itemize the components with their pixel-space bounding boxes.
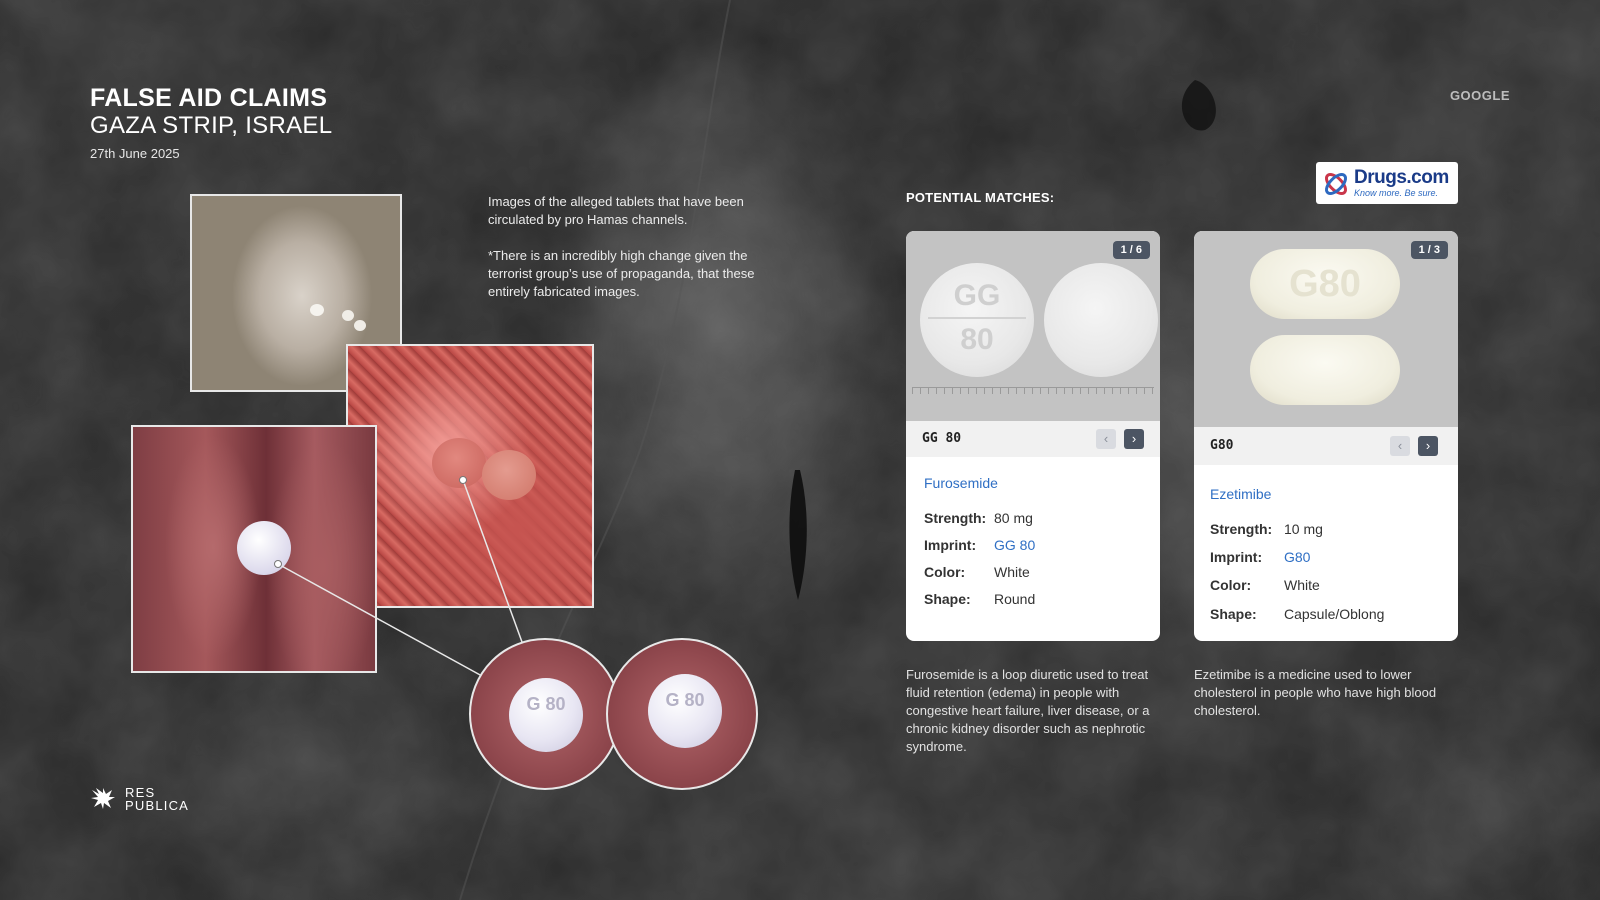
color-value: White — [1284, 577, 1320, 593]
tablet-shape — [237, 521, 291, 575]
brand-line-2: PUBLICA — [125, 798, 190, 813]
prev-image-button[interactable]: ‹ — [1390, 436, 1410, 456]
pill-code: GG 80 — [922, 431, 962, 446]
tablet-zoom-circle-1: G 80 — [469, 638, 621, 790]
card-toolbar: GG 80 ‹ › — [906, 421, 1160, 457]
tablet-shape — [342, 310, 354, 321]
tablet-shape — [432, 438, 486, 488]
drugs-com-name: Drugs.com — [1354, 167, 1449, 188]
drugs-com-logo: Drugs.com Know more. Be sure. — [1316, 162, 1458, 204]
pill-image: GG 80 1 / 6 — [906, 231, 1160, 421]
drug-name-link[interactable]: Furosemide — [924, 475, 998, 491]
prev-image-button[interactable]: ‹ — [1096, 429, 1116, 449]
pill-image: G80 1 / 3 — [1194, 231, 1458, 427]
imprint-link[interactable]: GG 80 — [994, 537, 1035, 553]
image-counter: 1 / 3 — [1410, 241, 1448, 259]
color-label: Color: — [924, 564, 966, 580]
tablet-between-fingers-photo — [131, 425, 377, 673]
imprint-label: Imprint: — [1210, 549, 1263, 565]
ezetimibe-description: Ezetimibe is a medicine used to lower ch… — [1194, 667, 1437, 718]
strength-value: 80 mg — [994, 510, 1033, 526]
pill-code: G80 — [1210, 438, 1234, 453]
match-card-ezetimibe: G80 1 / 3 G80 ‹ › Ezetimibe Strength: 10… — [1194, 231, 1458, 641]
shape-label: Shape: — [924, 591, 971, 607]
tablet-shape — [354, 320, 366, 331]
page-title: FALSE AID CLAIMS — [90, 84, 328, 112]
imprint-link[interactable]: G80 — [1284, 549, 1310, 565]
furosemide-description: Furosemide is a loop diuretic used to tr… — [906, 667, 1150, 754]
pill-g80-back — [1250, 335, 1400, 405]
strength-label: Strength: — [924, 510, 987, 526]
tablet-shape — [310, 304, 324, 316]
shape-value: Round — [994, 591, 1036, 607]
image-counter: 1 / 6 — [1112, 241, 1150, 259]
date-label: 27th June 2025 — [90, 146, 180, 161]
page-subtitle: GAZA STRIP, ISRAEL — [90, 112, 333, 139]
next-image-button[interactable]: › — [1124, 429, 1144, 449]
pill-g80-front: G80 — [1250, 249, 1400, 319]
zoomed-tablet-imprint: G 80 — [509, 678, 583, 752]
potential-matches-heading: POTENTIAL MATCHES: — [906, 190, 1055, 205]
source-label: GOOGLE — [1449, 88, 1510, 103]
pill-imprint-top: GG — [953, 279, 1001, 312]
shape-value: Capsule/Oblong — [1284, 606, 1385, 622]
imprint-label: Imprint: — [924, 537, 977, 553]
zoomed-tablet-imprint: G 80 — [648, 674, 722, 748]
shape-label: Shape: — [1210, 606, 1257, 622]
color-value: White — [994, 564, 1030, 580]
drugs-com-icon — [1325, 173, 1347, 195]
pill-gg80-back — [1044, 263, 1158, 377]
color-label: Color: — [1210, 577, 1252, 593]
pill-imprint-bottom: 80 — [928, 317, 1026, 357]
drugs-com-tagline: Know more. Be sure. — [1354, 188, 1439, 198]
strength-value: 10 mg — [1284, 521, 1323, 537]
tablet-shape — [482, 450, 536, 500]
description-paragraph-1: Images of the alleged tablets that have … — [488, 194, 744, 227]
drug-name-link[interactable]: Ezetimibe — [1210, 486, 1271, 502]
tablets-on-foil-photo — [346, 344, 594, 608]
res-publica-logo-text: RES PUBLICA — [125, 786, 189, 812]
tablet-zoom-circle-2: G 80 — [606, 638, 758, 790]
next-image-button[interactable]: › — [1418, 436, 1438, 456]
ruler-scale — [912, 387, 1154, 394]
card-toolbar: G80 ‹ › — [1194, 427, 1458, 465]
res-publica-emblem-icon — [91, 788, 115, 809]
strength-label: Strength: — [1210, 521, 1273, 537]
pill-gg80-front: GG 80 — [920, 263, 1034, 377]
description-paragraph-2: *There is an incredibly high change give… — [488, 248, 755, 299]
match-card-furosemide: GG 80 1 / 6 GG 80 ‹ › Furosemide Strengt… — [906, 231, 1160, 641]
